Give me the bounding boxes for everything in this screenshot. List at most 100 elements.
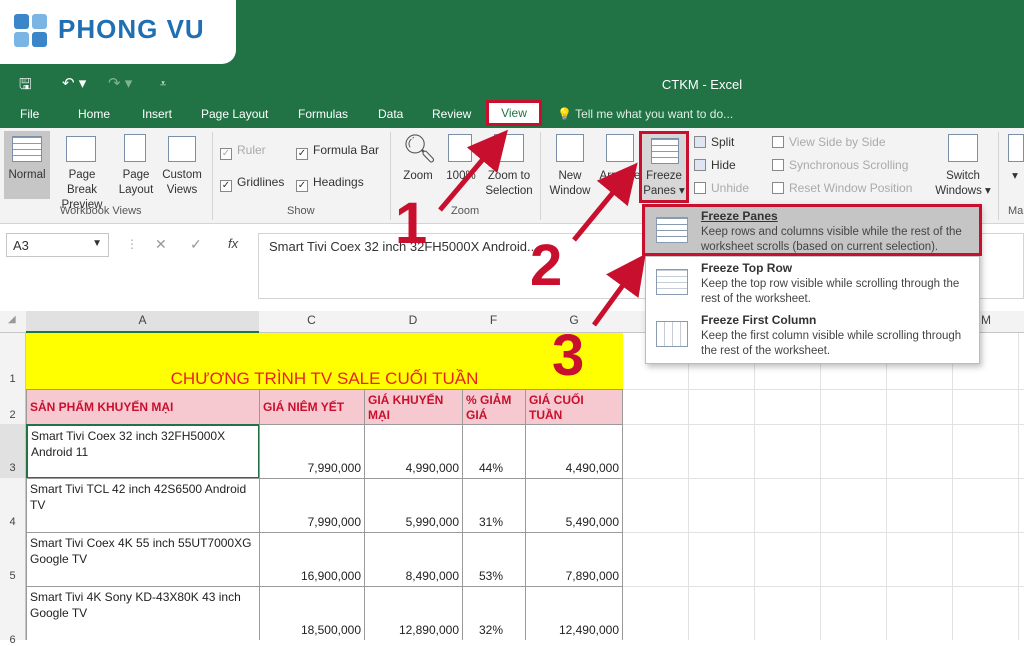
switch-windows-button[interactable]: Switch Windows ▾	[932, 169, 994, 199]
tab-formulas[interactable]: Formulas	[298, 107, 348, 121]
grid-line	[754, 333, 755, 640]
normal-view-button[interactable]: Normal	[4, 168, 50, 183]
new-window-button[interactable]: New Window	[546, 169, 594, 199]
tab-review[interactable]: Review	[432, 107, 471, 121]
tab-insert[interactable]: Insert	[142, 107, 172, 121]
name-box[interactable]: A3 ▼	[6, 233, 109, 257]
cell-final-price[interactable]: 7,890,000	[525, 532, 623, 587]
macros-button[interactable]: ▾	[1006, 169, 1024, 184]
gridlines-checkbox[interactable]: ✓ Gridlines	[220, 175, 284, 192]
split-button[interactable]: Split	[694, 135, 734, 149]
zoom-button[interactable]: Zoom	[398, 169, 438, 184]
tab-data[interactable]: Data	[378, 107, 403, 121]
menu-item-freeze-top-row[interactable]: Freeze Top Row Keep the top row visible …	[646, 259, 979, 311]
group-label-workbook-views: Workbook Views	[60, 205, 142, 217]
column-header-f[interactable]: F	[462, 313, 525, 327]
grid-line	[952, 333, 953, 640]
macros-icon	[1008, 134, 1024, 162]
checkmark-icon: ✓	[220, 148, 232, 160]
cell-discount[interactable]: 31%	[462, 478, 526, 533]
cell-list-price[interactable]: 7,990,000	[259, 424, 365, 479]
select-all-corner-icon[interactable]: ◢	[8, 314, 16, 325]
hide-icon	[694, 159, 706, 171]
column-header-c[interactable]: C	[259, 313, 364, 327]
zoom-sel-label-1: Zoom to	[487, 170, 531, 182]
column-header-a[interactable]: A	[26, 313, 259, 327]
cell-promo-price[interactable]: 5,990,000	[364, 478, 463, 533]
unhide-label: Unhide	[711, 181, 750, 195]
custom-views-label-2: Views	[166, 184, 198, 196]
cell-discount[interactable]: 53%	[462, 532, 526, 587]
custom-views-icon	[168, 136, 196, 162]
headings-checkbox[interactable]: ✓ Headings	[296, 175, 364, 192]
header-product[interactable]: SẢN PHẨM KHUYẾN MẠI	[26, 389, 260, 425]
zoom-to-selection-button[interactable]: Zoom to Selection	[482, 169, 536, 199]
ruler-checkbox[interactable]: ✓ Ruler	[220, 143, 266, 160]
cell-discount[interactable]: 32%	[462, 586, 526, 640]
tell-me-input[interactable]: 💡 Tell me what you want to do...	[557, 107, 733, 121]
group-label-macros: Ma	[1008, 205, 1024, 217]
formula-bar-checkbox[interactable]: ✓ Formula Bar	[296, 143, 379, 160]
tab-file[interactable]: File	[20, 107, 39, 121]
cell-list-price[interactable]: 7,990,000	[259, 478, 365, 533]
cell-product[interactable]: Smart Tivi Coex 32 inch 32FH5000X Androi…	[26, 424, 260, 479]
view-side-by-side-button[interactable]: View Side by Side	[772, 135, 886, 149]
brand-logo: PHONG VU	[0, 0, 236, 64]
page-layout-icon	[124, 134, 146, 162]
cell-discount[interactable]: 44%	[462, 424, 526, 479]
row-header-2[interactable]: 2	[0, 389, 26, 424]
sync-scroll-icon	[772, 159, 784, 171]
cell-final-price[interactable]: 5,490,000	[525, 478, 623, 533]
cell-product[interactable]: Smart Tivi 4K Sony KD-43X80K 43 inch Goo…	[26, 586, 260, 640]
cell-final-price[interactable]: 4,490,000	[525, 424, 623, 479]
row-header-5[interactable]: 5	[0, 532, 26, 586]
chevron-down-icon: ▼	[92, 238, 102, 249]
page-layout-label-1: Page	[122, 169, 150, 181]
header-discount[interactable]: % GIẢM GIÁ	[462, 389, 526, 425]
menu-item-freeze-first-column[interactable]: Freeze First Column Keep the first colum…	[646, 311, 979, 363]
brand-mark-icon	[14, 14, 47, 47]
zoom-100-button[interactable]: 100%	[440, 169, 482, 184]
cell-product[interactable]: Smart Tivi TCL 42 inch 42S6500 Android T…	[26, 478, 260, 533]
cell-final-price[interactable]: 12,490,000	[525, 586, 623, 640]
side-by-side-icon	[772, 136, 784, 148]
switch-label-2: Windows	[935, 185, 982, 197]
row-header-6[interactable]: 6	[0, 586, 26, 646]
tab-home[interactable]: Home	[78, 107, 110, 121]
more-options-icon: ⋮	[126, 237, 138, 251]
tab-page-layout[interactable]: Page Layout	[201, 107, 268, 121]
sheet-banner-title[interactable]: CHƯƠNG TRÌNH TV SALE CUỐI TUẦN	[26, 333, 623, 389]
hide-button[interactable]: Hide	[694, 158, 736, 172]
arrange-all-icon	[606, 134, 634, 162]
cell-promo-price[interactable]: 4,990,000	[364, 424, 463, 479]
arrange-label-1: Arrange	[599, 170, 641, 182]
tab-view[interactable]: View	[486, 100, 542, 126]
arrange-all-button[interactable]: Arrange All	[596, 169, 644, 199]
row-header-3[interactable]: 3	[0, 424, 26, 478]
custom-views-button[interactable]: Custom Views	[158, 168, 206, 198]
zoom-100-icon	[448, 134, 472, 162]
header-promo-price[interactable]: GIÁ KHUYẾN MẠI	[364, 389, 463, 425]
cell-list-price[interactable]: 18,500,000	[259, 586, 365, 640]
new-window-icon	[556, 134, 584, 162]
grid-line	[623, 532, 1024, 533]
reset-window-position-button[interactable]: Reset Window Position	[772, 181, 912, 195]
cell-promo-price[interactable]: 12,890,000	[364, 586, 463, 640]
row-header-1[interactable]: 1	[0, 333, 26, 389]
header-final-price[interactable]: GIÁ CUỐI TUẦN	[525, 389, 623, 425]
grid-line	[688, 333, 689, 640]
enter-icon[interactable]: ✓	[190, 236, 202, 253]
step-number-2: 2	[530, 233, 563, 298]
cell-product[interactable]: Smart Tivi Coex 4K 55 inch 55UT7000XG Go…	[26, 532, 260, 587]
page-layout-button[interactable]: Page Layout	[115, 168, 157, 198]
synchronous-scrolling-button[interactable]: Synchronous Scrolling	[772, 158, 908, 172]
group-separator	[390, 132, 391, 220]
cell-promo-price[interactable]: 8,490,000	[364, 532, 463, 587]
cancel-icon[interactable]: ✕	[155, 236, 167, 253]
unhide-button[interactable]: Unhide	[694, 181, 749, 195]
row-header-4[interactable]: 4	[0, 478, 26, 532]
cell-list-price[interactable]: 16,900,000	[259, 532, 365, 587]
insert-function-button[interactable]: fx	[228, 236, 238, 251]
header-list-price[interactable]: GIÁ NIÊM YẾT	[259, 389, 365, 425]
column-header-d[interactable]: D	[364, 313, 462, 327]
